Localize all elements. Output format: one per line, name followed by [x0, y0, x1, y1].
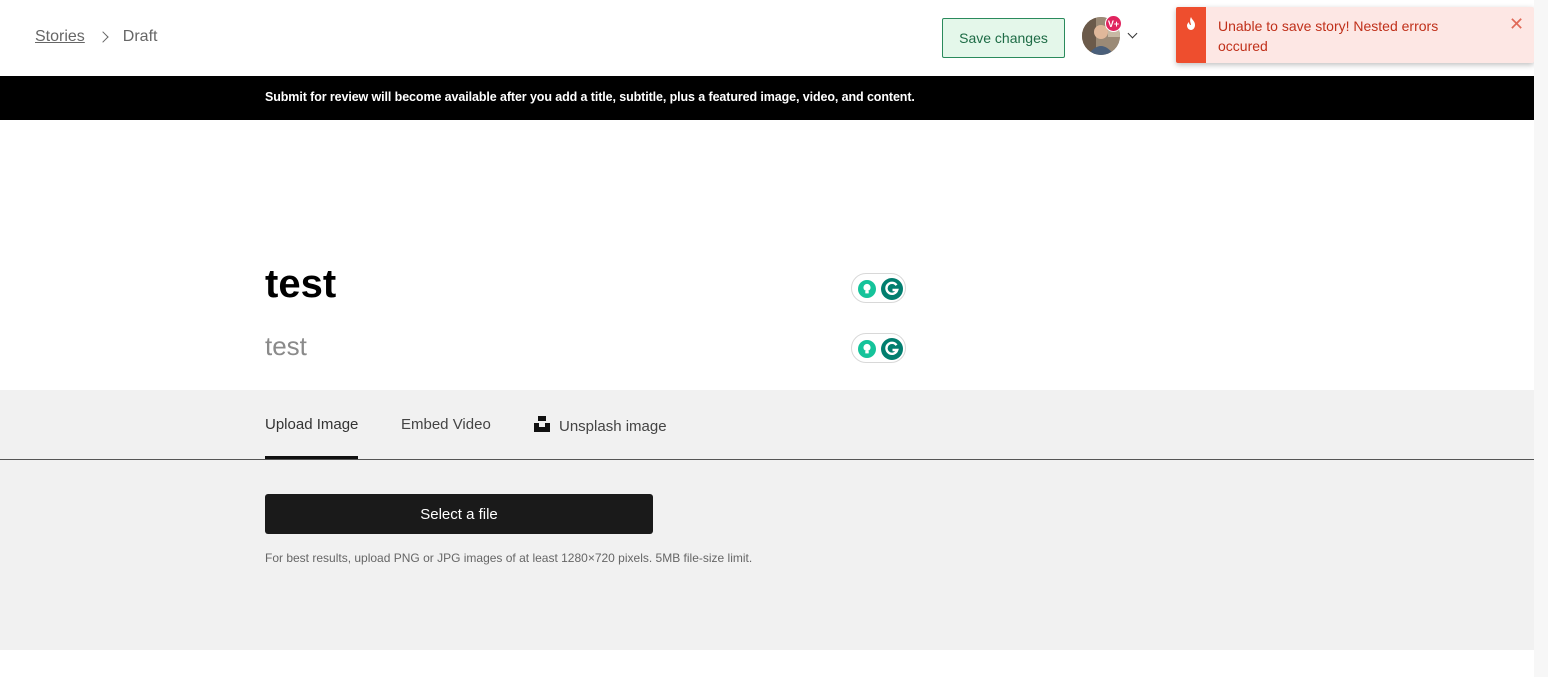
grammarly-widget-subtitle[interactable]	[851, 333, 906, 363]
scrollbar[interactable]	[1534, 0, 1548, 677]
grammarly-icon[interactable]	[880, 337, 904, 361]
tab-unsplash-image[interactable]: Unsplash image	[559, 418, 667, 435]
breadcrumb: Stories Draft	[35, 28, 157, 46]
tabs-divider	[0, 459, 1534, 460]
breadcrumb-stories-link[interactable]: Stories	[35, 28, 85, 46]
review-notice-text: Submit for review will become available …	[265, 90, 915, 104]
save-changes-button[interactable]: Save changes	[942, 18, 1065, 58]
error-toast: Unable to save story! Nested errors occu…	[1176, 7, 1534, 63]
story-title[interactable]: test	[265, 262, 336, 307]
toast-accent	[1176, 7, 1206, 63]
review-notice-bar: Submit for review will become available …	[0, 76, 1534, 120]
close-icon[interactable]: ✕	[1509, 15, 1524, 33]
upload-hint: For best results, upload PNG or JPG imag…	[265, 551, 753, 565]
tab-embed-video[interactable]: Embed Video	[401, 416, 491, 433]
breadcrumb-current: Draft	[122, 28, 158, 45]
tab-upload-image[interactable]: Upload Image	[265, 416, 358, 433]
lightbulb-icon[interactable]	[857, 279, 877, 299]
toast-message: Unable to save story! Nested errors occu…	[1218, 18, 1439, 54]
page: Stories Draft Save changes V+ Submit for…	[0, 0, 1548, 677]
grammarly-widget-title[interactable]	[851, 273, 906, 303]
chevron-right-icon	[97, 31, 109, 43]
story-subtitle[interactable]: test	[265, 331, 307, 362]
chevron-down-icon[interactable]	[1127, 28, 1138, 39]
lightbulb-icon[interactable]	[857, 339, 877, 359]
grammarly-icon[interactable]	[880, 277, 904, 301]
select-file-button[interactable]: Select a file	[265, 494, 653, 534]
featured-media-section: Upload Image Embed Video Unsplash image …	[0, 390, 1534, 650]
unsplash-icon	[534, 416, 550, 432]
avatar-badge: V+	[1105, 15, 1122, 32]
flame-icon	[1187, 17, 1195, 30]
